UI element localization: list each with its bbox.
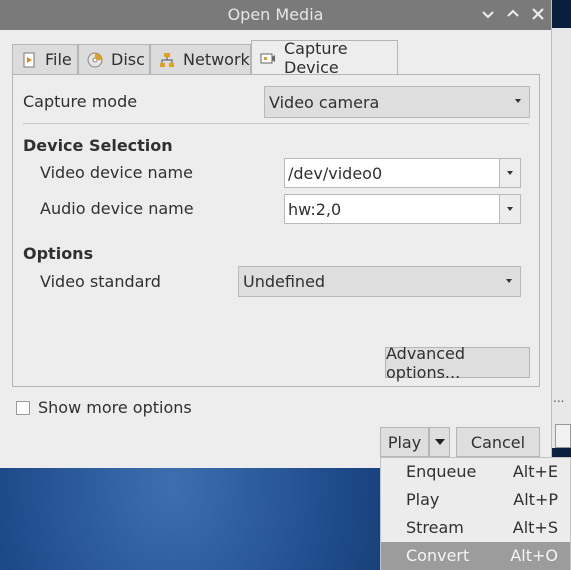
tab-label: File: [45, 50, 72, 69]
cancel-button[interactable]: Cancel: [456, 427, 540, 457]
show-more-options-checkbox[interactable]: [16, 401, 30, 415]
chevron-down-icon: [507, 171, 513, 175]
menu-item-label: Play: [406, 490, 440, 509]
background-button-fragment: [555, 424, 571, 448]
advanced-options-button[interactable]: Advanced options...: [385, 344, 530, 382]
divider: [23, 123, 529, 124]
capture-device-icon: [260, 50, 276, 66]
play-button[interactable]: Play: [380, 427, 429, 457]
close-button[interactable]: [529, 5, 547, 23]
menu-item-label: Enqueue: [406, 462, 477, 481]
tab-network[interactable]: Network: [150, 44, 251, 74]
network-icon: [159, 52, 175, 68]
file-icon: [21, 52, 37, 68]
video-standard-select[interactable]: Undefined: [238, 266, 521, 297]
close-icon: [532, 8, 544, 20]
audio-device-value: hw:2,0: [288, 199, 342, 219]
options-heading: Options: [23, 244, 94, 263]
capture-mode-select[interactable]: Video camera: [264, 86, 530, 118]
video-device-label: Video device name: [40, 163, 193, 182]
video-standard-value: Undefined: [243, 272, 326, 291]
capture-device-panel: Capture mode Video camera Device Selecti…: [12, 74, 540, 387]
video-device-combo[interactable]: /dev/video0: [284, 158, 521, 188]
menu-item-shortcut: Alt+O: [510, 546, 558, 565]
chevron-down-icon: [506, 278, 512, 283]
menu-item-convert[interactable]: Convert Alt+O: [381, 542, 570, 570]
video-device-value: /dev/video0: [288, 163, 383, 183]
background-text-fragment: ...: [553, 391, 565, 405]
title-bar[interactable]: Open Media: [0, 0, 551, 30]
play-dropdown-button[interactable]: [429, 427, 450, 457]
window-title: Open Media: [227, 5, 324, 24]
chevron-up-icon: [507, 9, 519, 17]
video-standard-label: Video standard: [40, 272, 161, 291]
minimize-button[interactable]: [479, 5, 497, 23]
menu-item-shortcut: Alt+E: [512, 462, 558, 481]
maximize-button[interactable]: [504, 5, 522, 23]
menu-item-shortcut: Alt+P: [513, 490, 558, 509]
menu-item-enqueue[interactable]: Enqueue Alt+E: [381, 458, 570, 486]
menu-item-label: Stream: [406, 518, 464, 537]
menu-item-shortcut: Alt+S: [512, 518, 558, 537]
capture-mode-label: Capture mode: [23, 92, 138, 111]
show-more-options-label: Show more options: [38, 398, 192, 417]
menu-item-label: Convert: [406, 546, 470, 565]
chevron-down-icon: [434, 439, 445, 445]
chevron-down-icon: [507, 207, 513, 211]
audio-device-combo[interactable]: hw:2,0: [284, 194, 521, 224]
background-window-edge: ...: [551, 28, 571, 448]
capture-mode-value: Video camera: [269, 92, 380, 112]
chevron-down-icon: [482, 11, 494, 19]
disc-icon: [87, 52, 103, 68]
device-selection-heading: Device Selection: [23, 136, 173, 155]
video-device-dropdown-button[interactable]: [499, 159, 520, 187]
open-media-dialog: Open Media File Disc Network Capture Dev…: [0, 0, 552, 468]
chevron-down-icon: [515, 99, 521, 103]
tab-label: Capture Device: [284, 39, 348, 77]
tab-file[interactable]: File: [12, 44, 78, 74]
tab-label: Disc: [111, 50, 145, 69]
tab-label: Network: [183, 50, 250, 69]
play-dropdown-menu: Enqueue Alt+E Play Alt+P Stream Alt+S Co…: [380, 457, 571, 570]
tab-disc[interactable]: Disc: [78, 44, 150, 74]
audio-device-label: Audio device name: [40, 199, 194, 218]
menu-item-play[interactable]: Play Alt+P: [381, 486, 570, 514]
tab-capture-device[interactable]: Capture Device: [251, 39, 398, 77]
menu-item-stream[interactable]: Stream Alt+S: [381, 514, 570, 542]
audio-device-dropdown-button[interactable]: [499, 195, 520, 223]
